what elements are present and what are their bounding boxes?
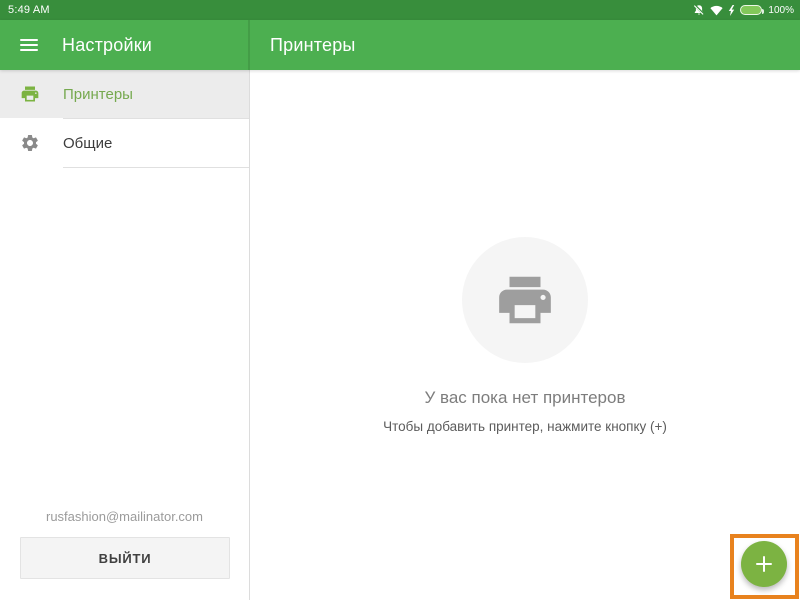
gear-icon xyxy=(20,133,40,153)
sidebar-item-printers[interactable]: Принтеры xyxy=(0,70,249,118)
printer-placeholder-icon xyxy=(499,276,551,324)
hamburger-menu-icon[interactable] xyxy=(20,36,38,54)
empty-state-circle xyxy=(462,237,588,363)
printers-content: У вас пока нет принтеров Чтобы добавить … xyxy=(250,70,800,600)
main-area: Принтеры Общие rusfashion@mailinator.com… xyxy=(0,70,800,600)
sidebar-item-label: Принтеры xyxy=(63,85,133,103)
empty-state-subtitle: Чтобы добавить принтер, нажмите кнопку (… xyxy=(383,419,667,434)
sidebar: Принтеры Общие rusfashion@mailinator.com… xyxy=(0,70,250,600)
app-bar-right-section: Принтеры xyxy=(250,20,800,70)
app-bar: Настройки Принтеры xyxy=(0,20,800,70)
add-printer-fab[interactable] xyxy=(741,541,787,587)
battery-percent: 100% xyxy=(768,4,794,16)
empty-state: У вас пока нет принтеров Чтобы добавить … xyxy=(250,237,800,434)
charging-bolt-icon xyxy=(728,4,735,16)
wifi-icon xyxy=(710,5,724,16)
account-email: rusfashion@mailinator.com xyxy=(46,509,203,524)
plus-icon xyxy=(756,556,772,572)
sidebar-item-general[interactable]: Общие xyxy=(0,119,249,167)
notifications-off-icon xyxy=(693,4,705,16)
clock: 5:49 AM xyxy=(8,4,50,16)
logout-button[interactable]: ВЫЙТИ xyxy=(20,537,230,579)
page-title: Настройки xyxy=(62,34,153,55)
app-bar-left-section: Настройки xyxy=(0,20,250,70)
battery-icon xyxy=(740,5,765,15)
status-bar: 5:49 AM 100% xyxy=(0,0,800,20)
empty-state-title: У вас пока нет принтеров xyxy=(424,388,626,407)
status-icons: 100% xyxy=(693,4,794,16)
printer-icon xyxy=(20,84,40,104)
content-title: Принтеры xyxy=(270,34,356,55)
sidebar-item-label: Общие xyxy=(63,134,113,152)
